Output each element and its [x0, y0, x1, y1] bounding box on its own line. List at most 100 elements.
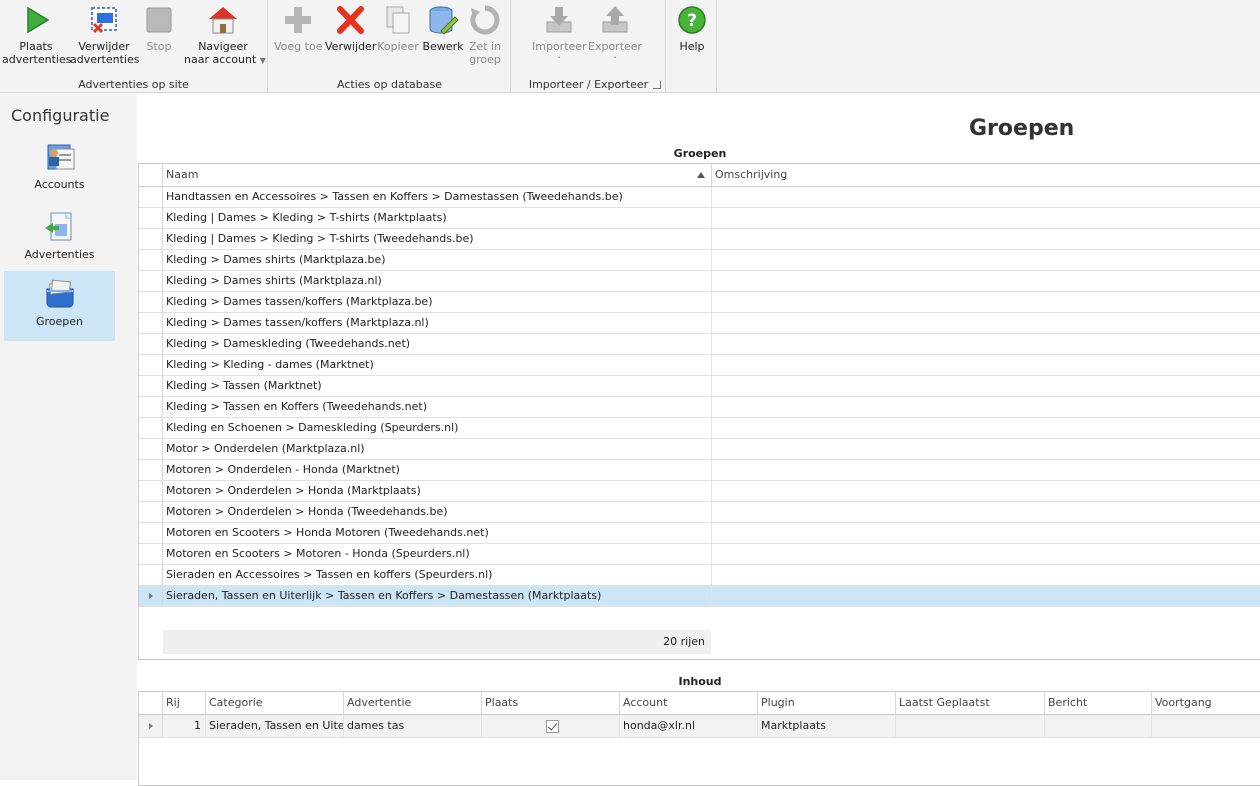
table-row[interactable]: Motoren > Onderdelen > Honda (Tweedehand… [139, 502, 1260, 523]
help-icon: ? [678, 6, 706, 34]
table-row[interactable]: Kleding > Dames tassen/koffers (Marktpla… [139, 292, 1260, 313]
cell-categorie: Sieraden, Tassen en Uite... [206, 715, 344, 737]
column-header-plaats[interactable]: Plaats [482, 692, 620, 714]
table-row[interactable]: Kleding en Schoenen > Dameskleding (Speu… [139, 418, 1260, 439]
table-row[interactable]: Kleding | Dames > Kleding > T-shirts (Ma… [139, 208, 1260, 229]
plaats-advertenties-button[interactable]: Plaats advertenties [2, 4, 71, 66]
bewerk-button[interactable]: Bewerk [421, 4, 465, 53]
row-pointer-icon [149, 723, 153, 729]
verwijder-button[interactable]: Verwijder [325, 4, 376, 53]
help-button[interactable]: ? Help [671, 4, 713, 53]
sort-ascending-icon [697, 172, 705, 178]
accounts-icon [47, 144, 74, 170]
row-indicator [139, 418, 163, 438]
plus-icon [285, 7, 311, 33]
table-row[interactable]: Kleding > Tassen en Koffers (Tweedehands… [139, 397, 1260, 418]
row-indicator [139, 565, 163, 585]
row-indicator [139, 292, 163, 312]
navigeer-naar-account-button[interactable]: Navigeer naar account ▼ [184, 4, 266, 67]
stop-button[interactable]: Stop [140, 4, 178, 53]
play-icon [27, 6, 50, 34]
header-indicator-cell [139, 692, 163, 714]
column-header-plugin[interactable]: Plugin [758, 692, 896, 714]
cell-naam: Kleding > Dames shirts (Marktplaza.be) [163, 250, 712, 270]
dialog-launcher-icon[interactable] [653, 81, 661, 89]
page-title: Groepen [969, 116, 1075, 141]
database-edit-icon [429, 6, 459, 35]
cell-omschrijving [712, 355, 1260, 375]
ribbon-group-acties-op-database: Voeg toe Verwijder Kopieer Bewerk Zet in… [269, 0, 511, 93]
table-row[interactable]: Kleding > Dameskleding (Tweedehands.net) [139, 334, 1260, 355]
ribbon-group-label: Acties op database [337, 78, 442, 91]
table-row[interactable]: Kleding > Dames shirts (Marktplaza.nl) [139, 271, 1260, 292]
export-icon [602, 6, 628, 33]
column-header-categorie[interactable]: Categorie [206, 692, 344, 714]
cell-omschrijving [712, 460, 1260, 480]
cell-rij: 1 [163, 715, 206, 737]
cell-voortgang [1152, 715, 1260, 737]
table-row[interactable]: 1 Sieraden, Tassen en Uite... dames tas … [139, 715, 1260, 738]
table-row[interactable]: Kleding > Dames tassen/koffers (Marktpla… [139, 313, 1260, 334]
cell-naam: Motoren en Scooters > Motoren - Honda (S… [163, 544, 712, 564]
column-header-rij[interactable]: Rij [163, 692, 206, 714]
ribbon-group-help: ? Help [667, 0, 717, 93]
table-row[interactable]: Sieraden, Tassen en Uiterlijk > Tassen e… [139, 586, 1260, 607]
table-row[interactable]: Kleding > Tassen (Marktnet) [139, 376, 1260, 397]
table-row[interactable]: Motor > Onderdelen (Marktplaza.nl) [139, 439, 1260, 460]
table-row[interactable]: Kleding | Dames > Kleding > T-shirts (Tw… [139, 229, 1260, 250]
row-indicator [139, 271, 163, 291]
table-row[interactable]: Handtassen en Accessoires > Tassen en Ko… [139, 187, 1260, 208]
cell-naam: Handtassen en Accessoires > Tassen en Ko… [163, 187, 712, 207]
row-indicator [139, 187, 163, 207]
ribbon-group-importeer-exporteer: Importeer ˇ Exporteer ˇ Importeer / Expo… [512, 0, 666, 93]
sidebar-item-label: Accounts [34, 178, 85, 191]
table-row[interactable]: Kleding > Kleding - dames (Marktnet) [139, 355, 1260, 376]
sidebar-item-advertenties[interactable]: Advertenties [4, 204, 115, 274]
cell-omschrijving [712, 523, 1260, 543]
column-header-laatst-geplaatst[interactable]: Laatst Geplaatst [896, 692, 1045, 714]
column-header-naam[interactable]: Naam [163, 164, 712, 186]
row-indicator [139, 376, 163, 396]
zet-in-groep-button[interactable]: Zet in groep [465, 4, 505, 66]
cell-laatst-geplaatst [896, 715, 1045, 737]
importeer-button[interactable]: Importeer ˇ [532, 4, 587, 67]
plaats-checkbox[interactable] [545, 719, 559, 733]
cell-omschrijving [712, 586, 1260, 606]
cell-naam: Kleding > Kleding - dames (Marktnet) [163, 355, 712, 375]
exporteer-button[interactable]: Exporteer ˇ [588, 4, 642, 67]
column-header-voortgang[interactable]: Voortgang [1152, 692, 1260, 714]
column-header-advertentie[interactable]: Advertentie [344, 692, 482, 714]
inhoud-grid-caption: Inhoud [678, 675, 722, 688]
row-indicator [139, 460, 163, 480]
cell-naam: Kleding > Dames shirts (Marktplaza.nl) [163, 271, 712, 291]
table-row[interactable]: Kleding > Dames shirts (Marktplaza.be) [139, 250, 1260, 271]
table-row[interactable]: Motoren > Onderdelen > Honda (Marktplaat… [139, 481, 1260, 502]
copy-icon [386, 6, 410, 34]
kopieer-button[interactable]: Kopieer [377, 4, 419, 53]
cell-naam: Motoren > Onderdelen > Honda (Marktplaat… [163, 481, 712, 501]
verwijder-advertenties-button[interactable]: Verwijder advertenties [70, 4, 139, 66]
chevron-down-icon: ˇ [557, 56, 561, 65]
table-row[interactable]: Sieraden en Accessoires > Tassen en koff… [139, 565, 1260, 586]
row-indicator [139, 439, 163, 459]
stop-icon [146, 7, 172, 33]
table-row[interactable]: Motoren en Scooters > Honda Motoren (Twe… [139, 523, 1260, 544]
row-count-footer: 20 rijen [163, 630, 711, 654]
sidebar-item-label: Groepen [35, 315, 84, 328]
column-header-account[interactable]: Account [620, 692, 758, 714]
groepen-icon [46, 279, 73, 308]
table-row[interactable]: Motoren en Scooters > Motoren - Honda (S… [139, 544, 1260, 565]
sidebar-item-accounts[interactable]: Accounts [4, 134, 115, 204]
cell-omschrijving [712, 313, 1260, 333]
cell-omschrijving [712, 376, 1260, 396]
column-header-bericht[interactable]: Bericht [1045, 692, 1152, 714]
cell-naam: Kleding > Tassen en Koffers (Tweedehands… [163, 397, 712, 417]
sidebar-item-groepen[interactable]: Groepen [4, 271, 115, 341]
inhoud-grid: Rij Categorie Advertentie Plaats Account… [138, 691, 1260, 786]
header-indicator-cell [139, 164, 163, 186]
column-header-omschrijving[interactable]: Omschrijving [712, 164, 1260, 186]
row-indicator [139, 481, 163, 501]
voeg-toe-button[interactable]: Voeg toe [274, 4, 322, 53]
table-row[interactable]: Motoren > Onderdelen - Honda (Marktnet) [139, 460, 1260, 481]
cell-naam: Kleding | Dames > Kleding > T-shirts (Ma… [163, 208, 712, 228]
